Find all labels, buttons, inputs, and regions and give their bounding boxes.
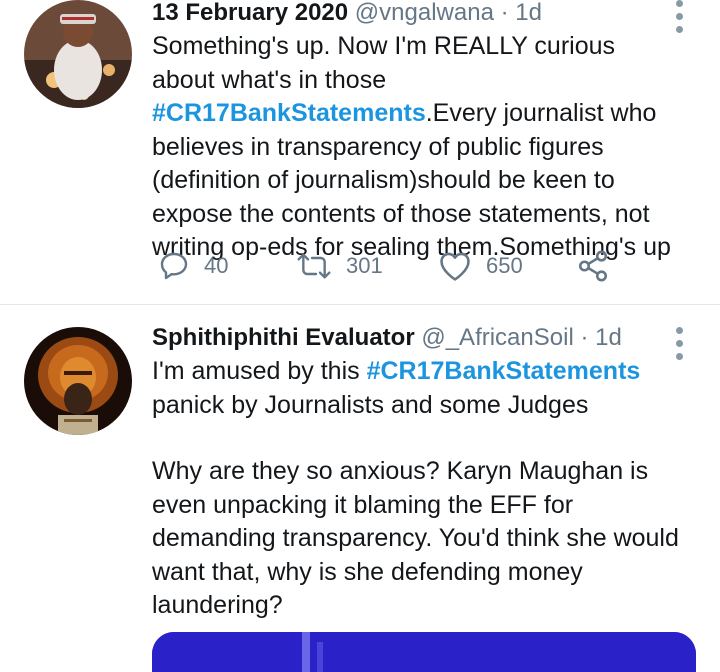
user-handle[interactable]: @_AfricanSoil bbox=[421, 324, 573, 351]
tweet-date: 13 February 2020 bbox=[152, 0, 349, 26]
share-icon bbox=[578, 250, 608, 282]
more-icon[interactable] bbox=[676, 327, 684, 366]
tweet-text: I'm amused by this #CR17BankStatements p… bbox=[152, 355, 680, 623]
tweet-text-part: Something's up. Now I'm REALLY curious a… bbox=[152, 32, 616, 94]
user-handle[interactable]: @vngalwana bbox=[355, 0, 494, 26]
hashtag-link[interactable]: #CR17BankStatements bbox=[367, 357, 641, 385]
tweet-actions: 40 301 650 bbox=[158, 248, 618, 284]
retweet-button[interactable]: 301 bbox=[296, 248, 383, 284]
tweet-text: Something's up. Now I'm REALLY curious a… bbox=[152, 30, 680, 265]
more-icon[interactable] bbox=[676, 0, 684, 39]
retweet-count: 301 bbox=[346, 253, 383, 278]
user-display-name[interactable]: Sphithiphithi Evaluator bbox=[152, 324, 415, 351]
tweet-divider bbox=[0, 304, 720, 305]
tweet-text-part: I'm amused by this bbox=[152, 357, 367, 385]
separator-dot: · bbox=[500, 0, 509, 26]
like-count: 650 bbox=[486, 253, 523, 278]
hashtag-link[interactable]: #CR17BankStatements bbox=[152, 99, 426, 127]
separator-dot: · bbox=[580, 324, 589, 351]
heart-icon bbox=[440, 252, 470, 281]
like-button[interactable]: 650 bbox=[438, 248, 523, 284]
tweet-1[interactable]: 13 February 2020 @vngalwana · 1d Somethi… bbox=[0, 0, 720, 304]
tweet-text-part: panick by Journalists and some Judges bbox=[152, 390, 589, 419]
comment-icon bbox=[160, 252, 188, 280]
tweet-2[interactable]: Sphithiphithi Evaluator @_AfricanSoil · … bbox=[0, 325, 720, 646]
tweet-text-paragraph: Why are they so anxious? Karyn Maughan i… bbox=[152, 457, 679, 619]
reply-button[interactable]: 40 bbox=[158, 248, 228, 284]
user-avatar[interactable] bbox=[24, 327, 132, 435]
retweet-icon bbox=[297, 253, 331, 279]
share-button[interactable] bbox=[576, 248, 610, 284]
reply-count: 40 bbox=[204, 253, 229, 278]
media-image-icon bbox=[152, 632, 696, 672]
tweet-age[interactable]: 1d bbox=[595, 324, 622, 351]
tweet-header: 13 February 2020 @vngalwana · 1d bbox=[152, 0, 680, 26]
user-avatar[interactable] bbox=[24, 0, 132, 108]
tweet-media-image[interactable] bbox=[152, 632, 696, 672]
tweet-age[interactable]: 1d bbox=[515, 0, 542, 26]
tweet-header: Sphithiphithi Evaluator @_AfricanSoil · … bbox=[152, 325, 680, 351]
